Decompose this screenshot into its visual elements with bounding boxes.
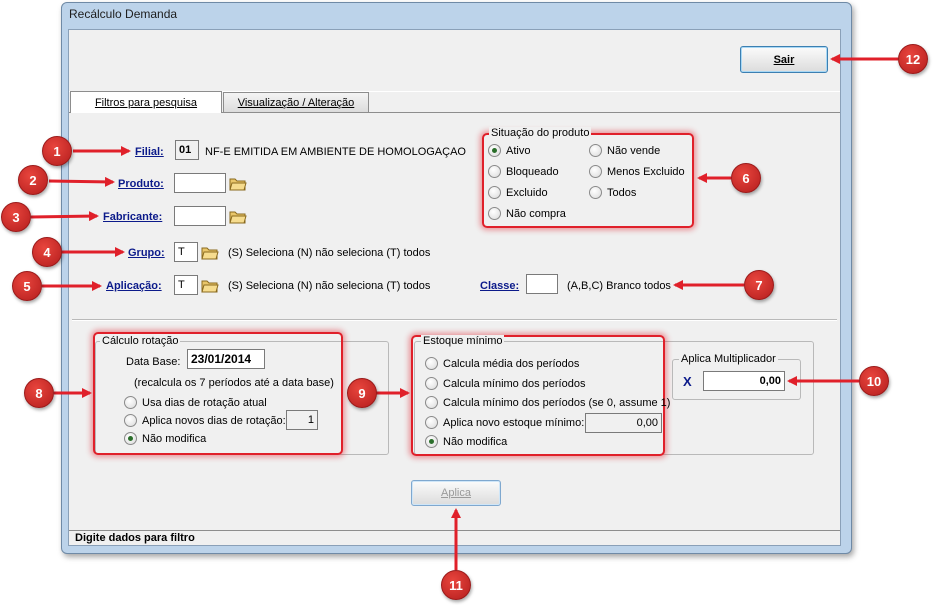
badge-12: 12	[898, 44, 928, 74]
radio-icon	[488, 165, 501, 178]
badge-4: 4	[32, 237, 62, 267]
situacao-bloqueado[interactable]: Bloqueado	[488, 165, 559, 178]
window-title: Recálculo Demanda	[69, 7, 178, 21]
badge-9: 9	[347, 378, 377, 408]
multiply-icon: X	[683, 374, 692, 389]
badge-10: 10	[859, 366, 889, 396]
badge-1: 1	[42, 136, 72, 166]
radio-icon	[488, 144, 501, 157]
filial-description: NF-E EMITIDA EM AMBIENTE DE HOMOLOGAÇAO	[205, 146, 466, 158]
fabricante-label: Fabricante:	[103, 211, 163, 223]
filial-label: Filial:	[135, 146, 164, 158]
fabricante-input[interactable]	[174, 206, 226, 226]
calculo-usa-dias[interactable]: Usa dias de rotação atual	[124, 396, 267, 409]
calculo-note: (recalcula os 7 períodos até a data base…	[134, 377, 334, 389]
aplicacao-label: Aplicação:	[106, 280, 162, 292]
aplicacao-input[interactable]	[174, 275, 198, 295]
grupo-label: Grupo:	[128, 247, 165, 259]
data-base-input[interactable]	[187, 349, 265, 369]
grupo-input[interactable]	[174, 242, 198, 262]
badge-3: 3	[1, 202, 31, 232]
aplica-button[interactable]: Aplica	[411, 480, 501, 506]
radio-icon	[488, 186, 501, 199]
badge-7: 7	[744, 270, 774, 300]
situacao-todos[interactable]: Todos	[589, 186, 636, 199]
produto-label: Produto:	[118, 178, 164, 190]
multiplicador-legend: Aplica Multiplicador	[679, 353, 778, 365]
data-base-label: Data Base:	[126, 356, 181, 368]
badge-6: 6	[731, 163, 761, 193]
calculo-nao-modifica[interactable]: Não modifica	[124, 432, 206, 445]
radio-icon	[589, 186, 602, 199]
status-bar: Digite dados para filtro	[69, 530, 840, 545]
estoque-media[interactable]: Calcula média dos períodos	[425, 357, 579, 370]
radio-icon	[124, 432, 137, 445]
estoque-minimo[interactable]: Calcula mínimo dos períodos	[425, 377, 585, 390]
radio-icon	[488, 207, 501, 220]
classe-input[interactable]	[526, 274, 558, 294]
classe-label: Classe:	[480, 280, 520, 292]
tab-visualizacao-label: Visualização / Alteração	[237, 96, 355, 109]
produto-input[interactable]	[174, 173, 226, 193]
separator	[72, 319, 837, 321]
tab-filtros-label: Filtros para pesquisa	[94, 96, 198, 109]
estoque-nao-modifica[interactable]: Não modifica	[425, 435, 507, 448]
top-panel	[69, 30, 840, 92]
radio-icon	[589, 165, 602, 178]
badge-11: 11	[441, 570, 471, 600]
radio-icon	[124, 414, 137, 427]
multiplicador-input[interactable]	[703, 371, 785, 391]
tab-visualizacao[interactable]: Visualização / Alteração	[223, 92, 369, 112]
situacao-excluido[interactable]: Excluido	[488, 186, 548, 199]
situacao-legend: Situação do produto	[489, 127, 592, 139]
produto-folder-icon[interactable]	[229, 176, 247, 191]
radio-icon	[425, 357, 438, 370]
radio-icon	[425, 416, 438, 429]
filial-input[interactable]	[175, 140, 199, 160]
sair-button[interactable]: Sair	[740, 46, 828, 73]
classe-hint: (A,B,C) Branco todos	[567, 280, 671, 292]
novo-estoque-input[interactable]	[585, 413, 662, 433]
radio-icon	[124, 396, 137, 409]
aplicacao-folder-icon[interactable]	[201, 278, 219, 293]
radio-icon	[425, 435, 438, 448]
estoque-aplica-novo[interactable]: Aplica novo estoque mínimo:	[425, 416, 584, 429]
situacao-ativo[interactable]: Ativo	[488, 144, 530, 157]
radio-icon	[425, 377, 438, 390]
fabricante-folder-icon[interactable]	[229, 209, 247, 224]
radio-icon	[589, 144, 602, 157]
radio-icon	[425, 396, 438, 409]
situacao-menos-excluido[interactable]: Menos Excluido	[589, 165, 685, 178]
situacao-nao-compra[interactable]: Não compra	[488, 207, 566, 220]
calculo-legend: Cálculo rotação	[100, 335, 181, 347]
tab-filtros[interactable]: Filtros para pesquisa	[70, 91, 222, 113]
aplicacao-hint: (S) Seleciona (N) não seleciona (T) todo…	[228, 280, 431, 292]
dias-rotacao-input[interactable]	[286, 410, 318, 430]
calculo-aplica-novos[interactable]: Aplica novos dias de rotação:	[124, 414, 286, 427]
badge-5: 5	[12, 271, 42, 301]
badge-2: 2	[18, 165, 48, 195]
grupo-hint: (S) Seleciona (N) não seleciona (T) todo…	[228, 247, 431, 259]
situacao-nao-vende[interactable]: Não vende	[589, 144, 660, 157]
estoque-legend: Estoque mínimo	[421, 335, 505, 347]
badge-8: 8	[24, 378, 54, 408]
estoque-minimo-se-zero[interactable]: Calcula mínimo dos períodos (se 0, assum…	[425, 396, 670, 409]
grupo-folder-icon[interactable]	[201, 245, 219, 260]
